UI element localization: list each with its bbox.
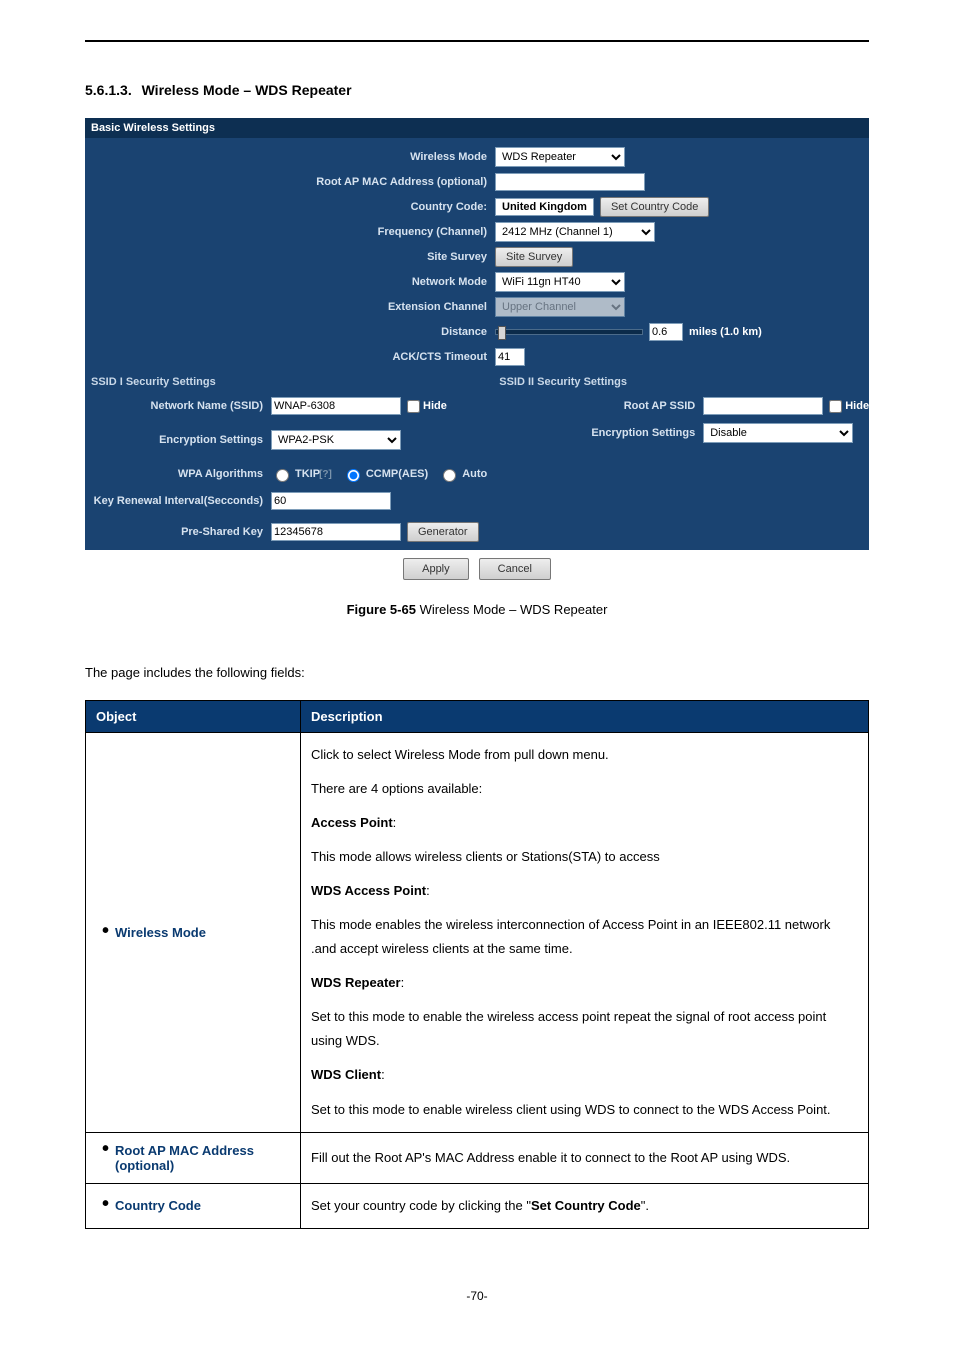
ssid2-hide-checkbox[interactable] — [829, 400, 842, 413]
ssid1-psk-input[interactable] — [271, 523, 401, 541]
description-paragraph: Access Point: — [311, 811, 858, 835]
ssid1-hide-checkbox[interactable] — [407, 400, 420, 413]
ssid2-enc-select[interactable]: Disable — [703, 423, 853, 443]
object-cell: • Root AP MAC Address (optional) — [86, 1132, 301, 1183]
root-mac-label: Root AP MAC Address (optional) — [85, 176, 495, 188]
frequency-label: Frequency (Channel) — [85, 226, 495, 238]
description-paragraph: WDS Repeater: — [311, 971, 858, 995]
extension-channel-select: Upper Channel — [495, 297, 625, 317]
description-cell: Click to select Wireless Mode from pull … — [301, 733, 869, 1133]
wireless-mode-select[interactable]: WDS Repeater — [495, 147, 625, 167]
ssid2-hide-label: Hide — [845, 400, 869, 412]
section-number: 5.6.1.3. — [85, 82, 132, 98]
section-title: Wireless Mode – WDS Repeater — [142, 82, 352, 98]
distance-value: 0.6 — [649, 323, 683, 341]
ssid2-root-label: Root AP SSID — [493, 400, 703, 412]
distance-label: Distance — [85, 326, 495, 338]
ssid1-name-label: Network Name (SSID) — [85, 400, 271, 412]
section-heading: 5.6.1.3. Wireless Mode – WDS Repeater — [85, 82, 869, 98]
network-mode-label: Network Mode — [85, 276, 495, 288]
object-label: Root AP MAC Address (optional) — [115, 1143, 290, 1173]
lead-text: The page includes the following fields: — [85, 665, 869, 680]
description-paragraph: This mode enables the wireless interconn… — [311, 913, 858, 961]
extension-channel-label: Extension Channel — [85, 301, 495, 313]
ssid1-psk-label: Pre-Shared Key — [85, 526, 271, 538]
site-survey-label: Site Survey — [85, 251, 495, 263]
set-country-code-button[interactable]: Set Country Code — [600, 197, 709, 217]
description-cell: Set your country code by clicking the "S… — [301, 1183, 869, 1228]
description-paragraph: Set to this mode to enable wireless clie… — [311, 1098, 858, 1122]
description-cell: Fill out the Root AP's MAC Address enabl… — [301, 1132, 869, 1183]
col-header-description: Description — [301, 701, 869, 733]
fields-table: Object Description • Wireless Mode Click t… — [85, 700, 869, 1229]
object-cell: • Wireless Mode — [86, 733, 301, 1133]
site-survey-button[interactable]: Site Survey — [495, 247, 573, 267]
ssid1-enc-label: Encryption Settings — [85, 434, 271, 446]
bullet-icon: • — [102, 1198, 109, 1210]
figure-caption-rest: Wireless Mode – WDS Repeater — [416, 602, 607, 617]
basic-form: Wireless Mode WDS Repeater Root AP MAC A… — [85, 138, 869, 372]
generator-button[interactable]: Generator — [407, 522, 479, 542]
ssid1-header: SSID I Security Settings — [85, 372, 493, 392]
ssid2-enc-label: Encryption Settings — [493, 427, 703, 439]
ssid1-hide-label: Hide — [423, 400, 447, 412]
ssid2-root-input[interactable] — [703, 397, 823, 415]
description-paragraph: Click to select Wireless Mode from pull … — [311, 743, 858, 767]
distance-slider-thumb[interactable] — [498, 326, 506, 340]
alg-ccmp-label: CCMP(AES) — [366, 468, 428, 480]
ack-timeout-input[interactable] — [495, 348, 525, 366]
object-label: Wireless Mode — [115, 925, 206, 940]
alg-tkip-radio[interactable] — [276, 469, 289, 482]
apply-button[interactable]: Apply — [403, 558, 469, 580]
description-paragraph: This mode allows wireless clients or Sta… — [311, 845, 858, 869]
ssid-security-columns: SSID I Security Settings Network Name (S… — [85, 372, 869, 550]
ssid1-name-input[interactable] — [271, 397, 401, 415]
distance-unit: miles (1.0 km) — [689, 326, 762, 338]
description-paragraph: WDS Client: — [311, 1063, 858, 1087]
cancel-button[interactable]: Cancel — [479, 558, 551, 580]
alg-tkip-hint: [?] — [319, 469, 332, 480]
distance-slider[interactable] — [495, 329, 643, 335]
ack-timeout-label: ACK/CTS Timeout — [85, 351, 495, 363]
ssid1-enc-select[interactable]: WPA2-PSK — [271, 430, 401, 450]
frequency-select[interactable]: 2412 MHz (Channel 1) — [495, 222, 655, 242]
bullet-icon: • — [102, 925, 109, 937]
ssid2-header: SSID II Security Settings — [493, 372, 875, 392]
horizontal-rule — [85, 40, 869, 42]
description-paragraph: Set your country code by clicking the "S… — [311, 1194, 858, 1218]
country-code-value: United Kingdom — [495, 198, 594, 216]
description-paragraph: Fill out the Root AP's MAC Address enabl… — [311, 1146, 858, 1170]
wireless-settings-panel: Basic Wireless Settings Wireless Mode WD… — [85, 118, 869, 590]
alg-auto-radio[interactable] — [443, 469, 456, 482]
country-code-label: Country Code: — [85, 201, 495, 213]
basic-wireless-header: Basic Wireless Settings — [85, 118, 869, 138]
figure-caption: Figure 5-65 Wireless Mode – WDS Repeater — [85, 602, 869, 617]
ssid1-key-interval-label: Key Renewal Interval(Secconds) — [85, 495, 271, 507]
root-mac-input[interactable] — [495, 173, 645, 191]
alg-ccmp-radio[interactable] — [347, 469, 360, 482]
alg-auto-label: Auto — [462, 468, 487, 480]
description-paragraph: Set to this mode to enable the wireless … — [311, 1005, 858, 1053]
object-cell: • Country Code — [86, 1183, 301, 1228]
network-mode-select[interactable]: WiFi 11gn HT40 — [495, 272, 625, 292]
object-label: Country Code — [115, 1198, 201, 1213]
col-header-object: Object — [86, 701, 301, 733]
ssid1-key-interval-input[interactable] — [271, 492, 391, 510]
page-number: -70- — [85, 1289, 869, 1303]
action-button-row: Apply Cancel — [85, 550, 869, 590]
figure-caption-bold: Figure 5-65 — [347, 602, 416, 617]
ssid1-wpa-label: WPA Algorithms — [85, 468, 271, 480]
description-paragraph: WDS Access Point: — [311, 879, 858, 903]
description-paragraph: There are 4 options available: — [311, 777, 858, 801]
alg-tkip-label: TKIP — [295, 468, 320, 480]
wireless-mode-label: Wireless Mode — [85, 151, 495, 163]
bullet-icon: • — [102, 1143, 109, 1155]
